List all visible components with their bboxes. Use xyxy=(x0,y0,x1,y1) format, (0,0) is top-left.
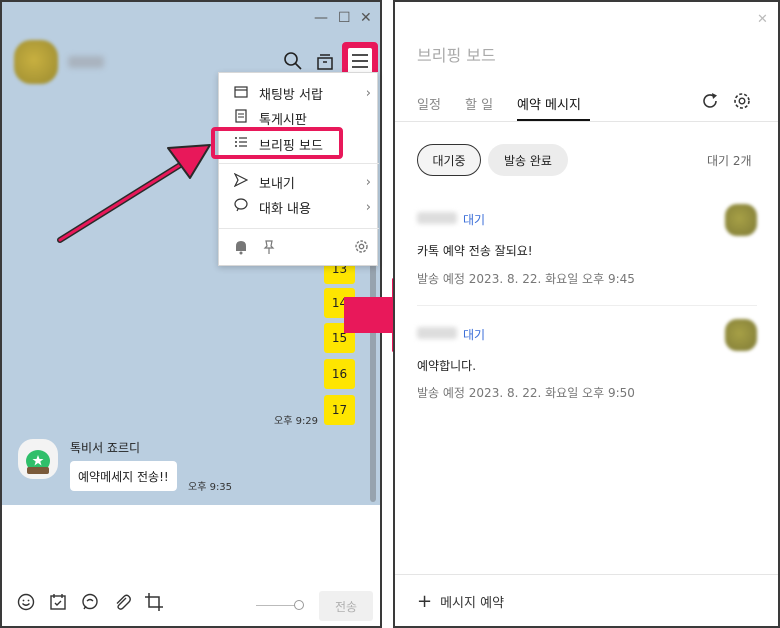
chat-icon xyxy=(231,198,251,216)
gear-icon[interactable] xyxy=(731,90,753,112)
drawer-icon xyxy=(231,84,251,102)
menu-item-label: 대화 내용 xyxy=(259,201,311,217)
recipient-name xyxy=(417,212,457,224)
message-bubble: 예약메세지 전송!! xyxy=(70,461,177,491)
calendar-icon[interactable] xyxy=(48,592,68,612)
tab-schedule[interactable]: 일정 xyxy=(417,94,441,113)
menu-item-label: 채팅방 서랍 xyxy=(259,87,323,103)
status-badge: 대기 xyxy=(463,328,486,342)
menu-item-label: 보내기 xyxy=(259,176,295,192)
bot-avatar[interactable] xyxy=(18,439,58,479)
message-bubble: 16 xyxy=(324,359,355,389)
message-time: 오후 9:29 xyxy=(274,416,319,427)
recipient-name xyxy=(417,327,457,339)
avatar xyxy=(725,319,757,351)
menu-item-chat-content[interactable]: 대화 내용 › xyxy=(219,195,379,219)
menu-divider xyxy=(219,228,379,229)
status-badge: 대기 xyxy=(463,213,486,227)
tab-scheduled-messages[interactable]: 예약 메시지 xyxy=(517,94,581,113)
message-bubble: 15 xyxy=(324,323,355,353)
briefing-highlight-box xyxy=(211,127,343,159)
menu-item-drawer[interactable]: 채팅방 서랍 › xyxy=(219,81,379,105)
page-title: 브리핑 보드 xyxy=(417,46,496,65)
maximize-button[interactable]: ☐ xyxy=(338,11,351,25)
message-bubble: 17 xyxy=(324,395,355,425)
message-text[interactable]: 카톡 예약 전송 잘되요! xyxy=(417,242,533,259)
divider xyxy=(395,574,778,575)
tab-todo[interactable]: 할 일 xyxy=(465,94,493,113)
bubble-icon[interactable] xyxy=(80,592,100,612)
chevron-right-icon: › xyxy=(365,174,371,190)
crop-icon[interactable] xyxy=(144,592,164,612)
avatar[interactable] xyxy=(14,40,58,84)
board-icon xyxy=(231,109,251,127)
close-button[interactable]: ✕ xyxy=(360,11,372,25)
send-icon xyxy=(231,172,251,191)
bell-icon[interactable] xyxy=(233,239,249,255)
chevron-right-icon: › xyxy=(365,199,371,215)
pin-icon[interactable] xyxy=(261,239,277,255)
menu-item-send[interactable]: 보내기 › xyxy=(219,170,379,194)
emoji-icon[interactable] xyxy=(16,592,36,612)
gear-icon[interactable] xyxy=(353,238,370,255)
avatar xyxy=(725,204,757,236)
message-text[interactable]: 예약합니다. xyxy=(417,357,476,374)
close-button[interactable]: ✕ xyxy=(757,12,768,27)
message-time: 오후 9:35 xyxy=(188,482,233,493)
chat-name xyxy=(68,56,104,68)
message-schedule: 발송 예정 2023. 8. 22. 화요일 오후 9:45 xyxy=(417,272,635,286)
send-button[interactable]: 전송 xyxy=(319,591,373,621)
plus-icon: + xyxy=(417,590,433,612)
filter-waiting-button[interactable]: 대기중 xyxy=(417,144,481,176)
filter-sent-button[interactable]: 발송 완료 xyxy=(488,144,568,176)
minimize-button[interactable]: — xyxy=(314,11,328,25)
briefing-board-window: ✕ 브리핑 보드 일정 할 일 예약 메시지 대기중 발송 완료 대기 2개 대… xyxy=(393,0,780,628)
add-message-label: 메시지 예약 xyxy=(440,596,505,611)
size-slider-knob[interactable] xyxy=(294,600,304,610)
divider xyxy=(417,305,757,306)
chat-menu-dropdown: 채팅방 서랍 › 톡게시판 브리핑 보드 보내기 › 대화 내용 › xyxy=(218,72,379,266)
attach-icon[interactable] xyxy=(112,592,132,612)
menu-divider xyxy=(219,163,379,164)
chevron-right-icon: › xyxy=(365,85,371,101)
add-scheduled-message-button[interactable]: + 메시지 예약 xyxy=(417,592,504,611)
menu-item-label: 톡게시판 xyxy=(259,112,307,128)
divider xyxy=(395,121,778,122)
title-bar: — ☐ ✕ xyxy=(2,2,380,34)
menu-icon[interactable] xyxy=(348,48,372,74)
sender-name: 톡비서 죠르디 xyxy=(70,441,141,455)
message-bubble: 14 xyxy=(324,288,355,318)
message-schedule: 발송 예정 2023. 8. 22. 화요일 오후 9:50 xyxy=(417,386,635,400)
waiting-count: 대기 2개 xyxy=(707,154,752,168)
refresh-icon[interactable] xyxy=(699,90,721,112)
